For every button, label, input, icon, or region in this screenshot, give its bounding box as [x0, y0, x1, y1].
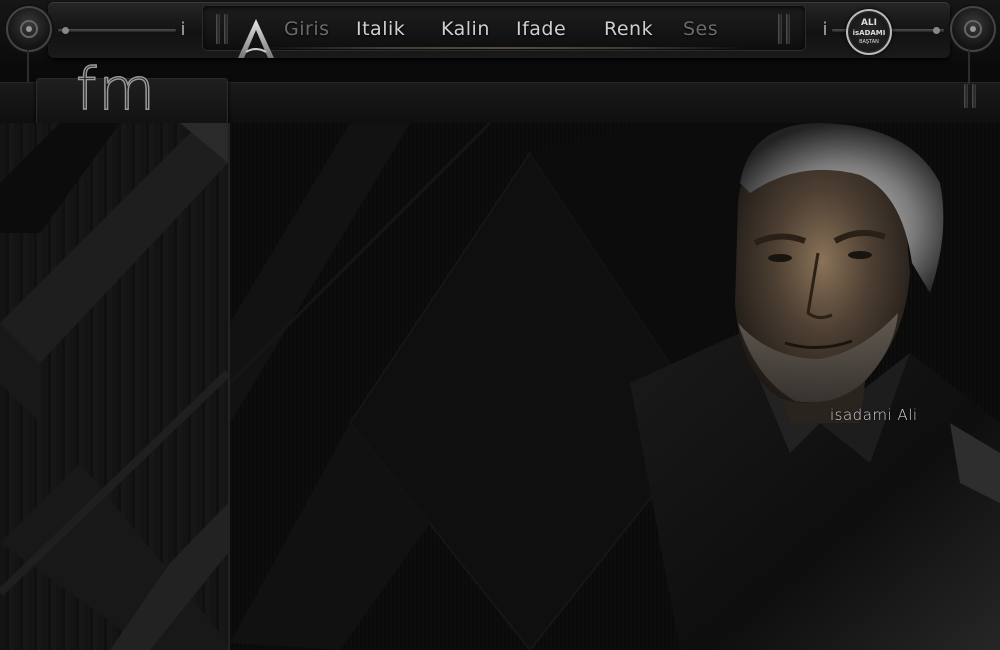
rail-dot-icon [933, 27, 940, 34]
badge-line-3: BAŞTAN [859, 39, 879, 45]
chevron-decor-icon [0, 123, 228, 650]
menu-item-renk[interactable]: Renk [604, 14, 653, 44]
signature-watermark: isadami Ali [830, 406, 918, 424]
strip-divider-icon [972, 84, 976, 108]
site-badge[interactable]: ALI isADAMI BAŞTAN [846, 9, 892, 55]
left-info-glyph: i [180, 19, 186, 40]
badge-line-1: ALI [860, 18, 878, 28]
rail-dot-icon [62, 27, 69, 34]
right-dial-icon[interactable] [950, 6, 996, 52]
left-rail [58, 27, 176, 34]
portrait-image [630, 123, 1000, 650]
menu-divider-icon [786, 14, 790, 44]
menu-item-giris[interactable]: Giris [284, 14, 330, 44]
logo-a-icon[interactable] [234, 16, 278, 62]
right-drop-line [968, 50, 970, 84]
right-info-glyph: i [822, 19, 828, 40]
menu-item-ses[interactable]: Ses [683, 14, 718, 44]
menu-item-ifade[interactable]: Ifade [516, 14, 566, 44]
menu-item-italik[interactable]: Italik [356, 14, 405, 44]
menu-item-kalin[interactable]: Kalin [441, 14, 490, 44]
top-bar: i i Giris Italik Kalin Ifade Renk Ses AL… [0, 0, 1000, 62]
strip-divider-icon [964, 84, 968, 108]
menu-divider-icon [216, 14, 220, 44]
left-dial-icon[interactable] [6, 6, 52, 52]
menu-divider-icon [778, 14, 782, 44]
badge-line-2: isADAMI [852, 29, 886, 37]
left-decor-panel [0, 123, 230, 650]
menu-divider-icon [224, 14, 228, 44]
section-tab-title: fm [75, 54, 157, 124]
